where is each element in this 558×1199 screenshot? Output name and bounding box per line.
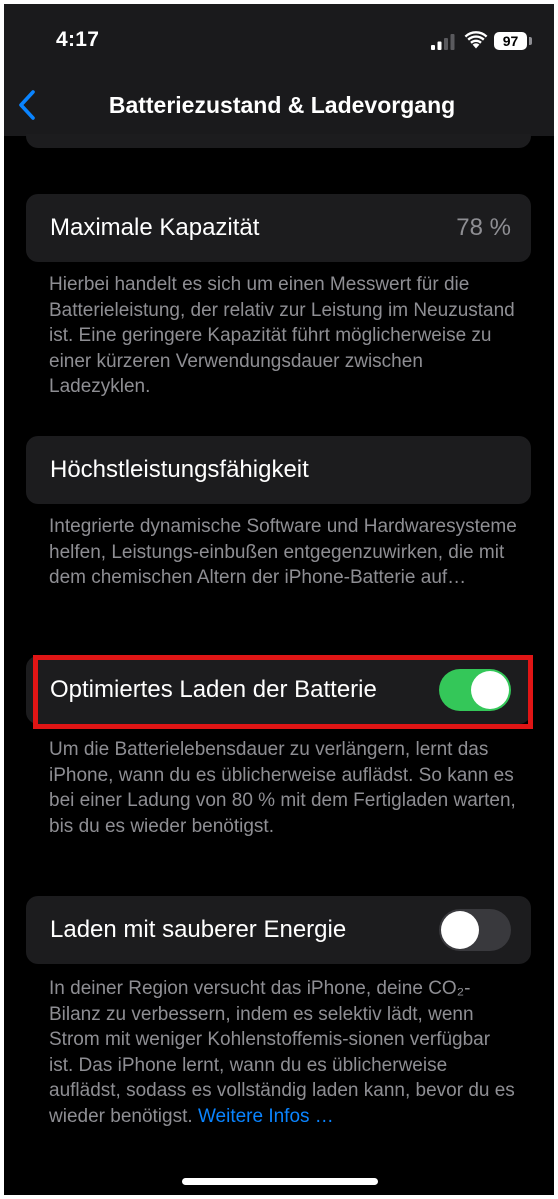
clean-energy-footer: In deiner Region versucht das iPhone, de…: [49, 976, 519, 1129]
status-bar: 4:17 97: [4, 4, 554, 76]
clean-energy-footer-text: In deiner Region versucht das iPhone, de…: [49, 978, 515, 1127]
peak-performance-label: Höchstleistungsfähigkeit: [50, 456, 309, 483]
phone-screen: 4:17 97 Batteriezustand & Ladevorgang Ma…: [4, 4, 554, 1195]
more-info-link[interactable]: Weitere Infos …: [198, 1106, 334, 1127]
toggle-knob: [441, 911, 479, 949]
previous-section-card: [26, 134, 531, 148]
optimized-charging-label: Optimiertes Laden der Batterie: [50, 676, 377, 703]
page-title: Batteriezustand & Ladevorgang: [108, 92, 456, 118]
toggle-knob: [471, 671, 509, 709]
wifi-icon: [464, 31, 488, 49]
cellular-signal-icon: [431, 34, 455, 50]
battery-cap: [529, 37, 532, 45]
battery-icon: 97: [494, 32, 527, 50]
max-capacity-footer: Hierbei handelt es sich um einen Messwer…: [49, 274, 515, 397]
navigation-bar: Batteriezustand & Ladevorgang: [4, 76, 554, 136]
status-time: 4:17: [56, 28, 100, 51]
clean-energy-row: Laden mit sauberer Energie: [26, 896, 531, 964]
home-indicator[interactable]: [182, 1178, 378, 1185]
max-capacity-label: Maximale Kapazität: [50, 214, 260, 241]
max-capacity-row: Maximale Kapazität 78 %: [26, 194, 531, 262]
clean-energy-toggle[interactable]: [439, 909, 511, 951]
battery-level: 97: [502, 33, 519, 49]
peak-performance-footer: Integrierte dynamische Software und Hard…: [49, 516, 517, 588]
optimized-charging-footer: Um die Batterielebensdauer zu verlängern…: [49, 739, 516, 837]
optimized-charging-row: Optimiertes Laden der Batterie: [26, 656, 531, 724]
max-capacity-value: 78 %: [456, 214, 511, 241]
peak-performance-row[interactable]: Höchstleistungsfähigkeit: [26, 436, 531, 504]
optimized-charging-toggle[interactable]: [439, 669, 511, 711]
clean-energy-label: Laden mit sauberer Energie: [50, 916, 347, 943]
